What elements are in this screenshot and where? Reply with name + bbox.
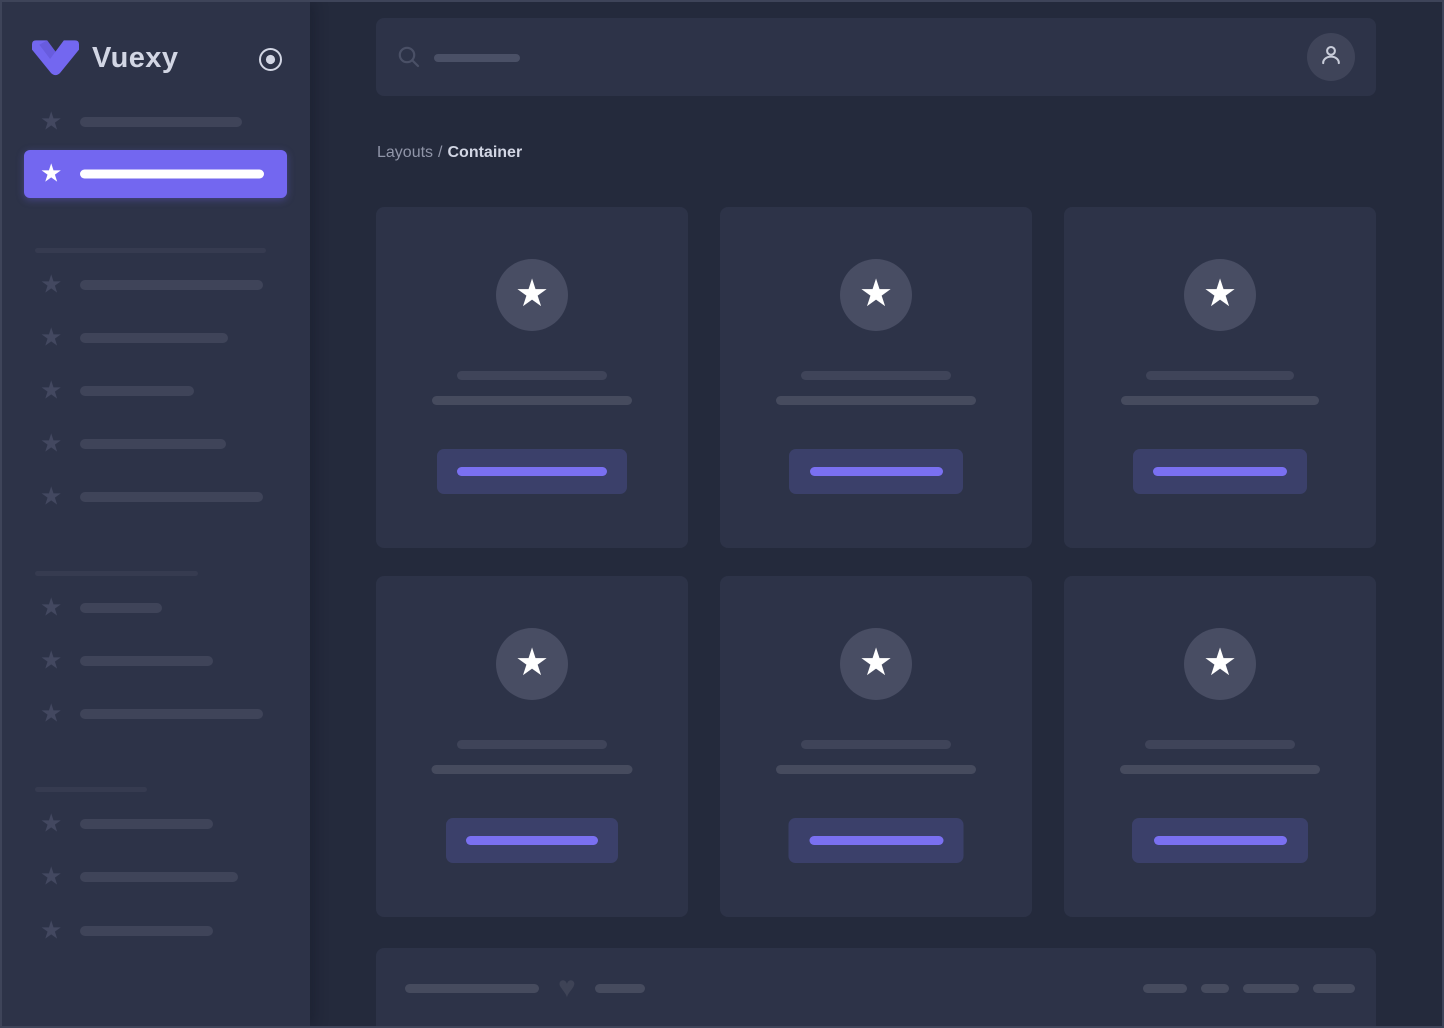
sidebar-item[interactable]: ★ <box>2 690 310 738</box>
card-title-placeholder-bar <box>457 740 607 749</box>
star-icon: ★ <box>40 107 63 136</box>
footer-link-placeholder-bar <box>1243 983 1299 993</box>
sidebar-item[interactable]: ★ <box>2 367 310 415</box>
sidebar-item-active[interactable]: ★ <box>24 150 287 198</box>
footer-placeholder-bar <box>405 983 539 993</box>
star-icon: ★ <box>858 641 894 684</box>
sidebar-item[interactable]: ★ <box>2 261 310 309</box>
star-avatar-circle: ★ <box>496 259 568 331</box>
star-icon: ★ <box>40 482 63 511</box>
star-icon: ★ <box>1202 272 1238 315</box>
menu-label-placeholder-bar <box>80 333 228 343</box>
star-icon: ★ <box>514 272 550 315</box>
card-text-placeholder-bar <box>776 765 976 774</box>
star-icon: ★ <box>40 862 63 891</box>
star-avatar-circle: ★ <box>840 259 912 331</box>
card-action-button[interactable] <box>1133 449 1307 494</box>
card-action-button[interactable] <box>1132 818 1308 863</box>
sidebar-item[interactable]: ★ <box>2 800 310 848</box>
star-icon: ★ <box>40 323 63 352</box>
sidebar-item[interactable]: ★ <box>2 420 310 468</box>
sidebar-item[interactable]: ★ <box>2 637 310 685</box>
sidebar: Vuexy ★ ★ ★ ★ ★ ★ ★ ★ ★ ★ ★ ★ ★ <box>2 2 310 1026</box>
button-label-placeholder-bar <box>1153 836 1287 845</box>
star-icon: ★ <box>1202 641 1238 684</box>
card-text-placeholder-bar <box>1120 765 1320 774</box>
menu-label-placeholder-bar <box>80 926 213 936</box>
menu-label-placeholder-bar <box>80 439 226 449</box>
star-avatar-circle: ★ <box>1184 628 1256 700</box>
card-text-placeholder-bar <box>776 396 976 405</box>
sidebar-section-header-bar <box>35 786 147 792</box>
placeholder-card: ★ <box>720 207 1032 548</box>
sidebar-section-header-bar <box>35 247 266 253</box>
card-action-button[interactable] <box>788 818 964 863</box>
menu-label-placeholder-bar <box>80 603 162 613</box>
footer-inner: ♥ <box>376 948 1376 1028</box>
placeholder-card: ★ <box>1064 576 1376 917</box>
footer-left: ♥ <box>405 973 645 1003</box>
menu-label-placeholder-bar <box>80 117 242 127</box>
menu-label-placeholder-bar <box>80 656 213 666</box>
star-icon: ★ <box>40 270 63 299</box>
heart-icon: ♥ <box>558 971 576 1004</box>
button-label-placeholder-bar <box>466 836 598 845</box>
card-title-placeholder-bar <box>801 740 951 749</box>
star-icon: ★ <box>40 646 63 675</box>
star-icon: ★ <box>40 699 63 728</box>
sidebar-item[interactable]: ★ <box>2 584 310 632</box>
card-title-placeholder-bar <box>457 371 607 380</box>
star-icon: ★ <box>40 159 63 188</box>
sidebar-nav: ★ ★ ★ ★ ★ ★ ★ ★ ★ ★ ★ ★ ★ <box>2 2 310 1026</box>
placeholder-card: ★ <box>376 207 688 548</box>
star-icon: ★ <box>40 376 63 405</box>
placeholder-card: ★ <box>720 576 1032 917</box>
card-text-placeholder-bar <box>431 765 633 774</box>
menu-label-placeholder-bar <box>80 709 263 719</box>
button-label-placeholder-bar <box>809 836 943 845</box>
footer-placeholder-bar <box>594 983 645 993</box>
star-icon: ★ <box>858 272 894 315</box>
sidebar-item[interactable]: ★ <box>2 473 310 521</box>
card-title-placeholder-bar <box>1146 371 1294 380</box>
star-icon: ★ <box>40 916 63 945</box>
button-label-placeholder-bar <box>457 467 607 476</box>
star-avatar-circle: ★ <box>840 628 912 700</box>
footer-link-placeholder-bar <box>1201 983 1229 993</box>
star-icon: ★ <box>514 641 550 684</box>
menu-label-placeholder-bar <box>80 280 263 290</box>
sidebar-item[interactable]: ★ <box>2 853 310 901</box>
menu-label-placeholder-bar <box>80 492 263 502</box>
card-action-button[interactable] <box>789 449 963 494</box>
footer-link-placeholder-bar <box>1143 983 1187 993</box>
star-icon: ★ <box>40 429 63 458</box>
button-label-placeholder-bar <box>1153 467 1287 476</box>
footer-right <box>1143 983 1355 993</box>
star-icon: ★ <box>40 809 63 838</box>
button-label-placeholder-bar <box>809 467 943 476</box>
sidebar-item[interactable]: ★ <box>2 314 310 362</box>
menu-label-placeholder-bar <box>80 169 264 179</box>
sidebar-item[interactable]: ★ <box>2 907 310 955</box>
menu-label-placeholder-bar <box>80 872 238 882</box>
card-action-button[interactable] <box>437 449 627 494</box>
menu-label-placeholder-bar <box>80 819 213 829</box>
footer: ♥ <box>376 948 1376 1028</box>
card-text-placeholder-bar <box>1121 396 1319 405</box>
card-title-placeholder-bar <box>801 371 951 380</box>
card-text-placeholder-bar <box>432 396 632 405</box>
menu-label-placeholder-bar <box>80 386 194 396</box>
star-avatar-circle: ★ <box>496 628 568 700</box>
sidebar-section-header-bar <box>35 570 198 576</box>
star-avatar-circle: ★ <box>1184 259 1256 331</box>
footer-link-placeholder-bar <box>1313 983 1355 993</box>
star-icon: ★ <box>40 593 63 622</box>
card-title-placeholder-bar <box>1145 740 1295 749</box>
placeholder-card: ★ <box>1064 207 1376 548</box>
placeholder-card: ★ <box>376 576 688 917</box>
sidebar-item[interactable]: ★ <box>2 98 310 146</box>
card-action-button[interactable] <box>446 818 618 863</box>
